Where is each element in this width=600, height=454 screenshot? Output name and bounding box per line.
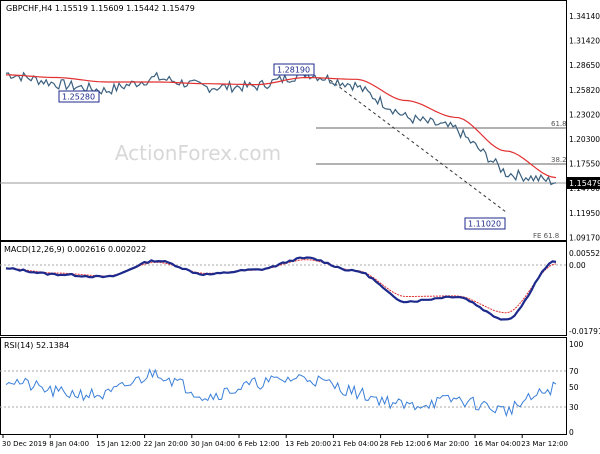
main-panel-frame [0,0,567,241]
current-price-value: 1.15479 [569,179,600,188]
macd-line [5,256,557,321]
macd-header: MACD(12,26,9) 0.002616 0.002022 [4,245,146,254]
rsi-axis-100: 100 [569,340,584,349]
rsi-axis-0: 0 [569,428,574,437]
price-axis-label: 1.25820 [569,86,600,95]
price-axis-label: 1.23020 [569,110,600,119]
macd-signal-line [5,259,557,314]
forex-chart: ActionForex.com GBPCHF,H4 1.15519 1.1560… [0,0,600,450]
price-axis-label: 1.11950 [569,209,600,218]
price-axis-label: 1.17550 [569,160,600,169]
rsi-panel-frame [0,337,567,435]
time-axis-label: 15 Jan 12:00 [96,440,140,448]
time-axis-label: 30 Dec 2019 [2,440,47,448]
fib-38-2-label: 38.2 [551,156,567,164]
time-axis-label: 30 Jan 04:00 [191,440,235,448]
time-axis-label: 28 Feb 12:00 [380,440,426,448]
rsi-line [5,368,557,418]
time-axis-label: 8 Jan 04:00 [49,440,89,448]
time-axis-label: 16 Mar 04:00 [474,440,521,448]
main-header: GBPCHF,H4 1.15519 1.15609 1.15442 1.1547… [6,4,195,13]
fib-61-8-label: 61.8 [551,120,567,128]
time-axis-label: 23 Mar 12:00 [521,440,568,448]
rsi-axis-70: 70 [569,367,579,376]
low-left-label: 1.25280 [62,93,95,102]
price-axis-label: 1.34140 [569,12,600,21]
macd-axis-bottom: -0.017913 [569,327,600,336]
price-axis-label: 1.28650 [569,61,600,70]
time-axis-label: 6 Feb 12:00 [238,440,279,448]
price-axis-label: 1.09170 [569,233,600,242]
rsi-axis-50: 50 [569,383,579,392]
macd-axis-zero: 0.00 [569,261,586,270]
macd-panel-frame [0,241,567,336]
low-right-label: 1.11020 [468,220,501,229]
rsi-header: RSI(14) 52.1384 [4,341,69,350]
projection-line [329,79,507,213]
price-axis: 1.34140 1.31420 1.28650 1.25820 1.23020 1.203… [569,12,600,242]
watermark: ActionForex.com [115,141,281,165]
time-axis-label: 21 Feb 04:00 [332,440,378,448]
time-axis-label: 13 Feb 20:00 [285,440,331,448]
time-axis-label: 6 Mar 20:00 [427,440,469,448]
chart-svg: ActionForex.com GBPCHF,H4 1.15519 1.1560… [0,0,600,448]
time-axis-label: 22 Jan 20:00 [144,440,188,448]
macd-axis-top: 0.00552 [569,249,600,258]
fe-61-8-label: FE 61.8 [533,232,559,240]
time-axis: 30 Dec 2019 8 Jan 04:00 15 Jan 12:00 22 Jan… [2,434,568,448]
price-axis-label: 1.20300 [569,135,600,144]
price-axis-label: 1.31420 [569,37,600,46]
rsi-axis-30: 30 [569,403,579,412]
high-label: 1.28190 [277,66,310,75]
